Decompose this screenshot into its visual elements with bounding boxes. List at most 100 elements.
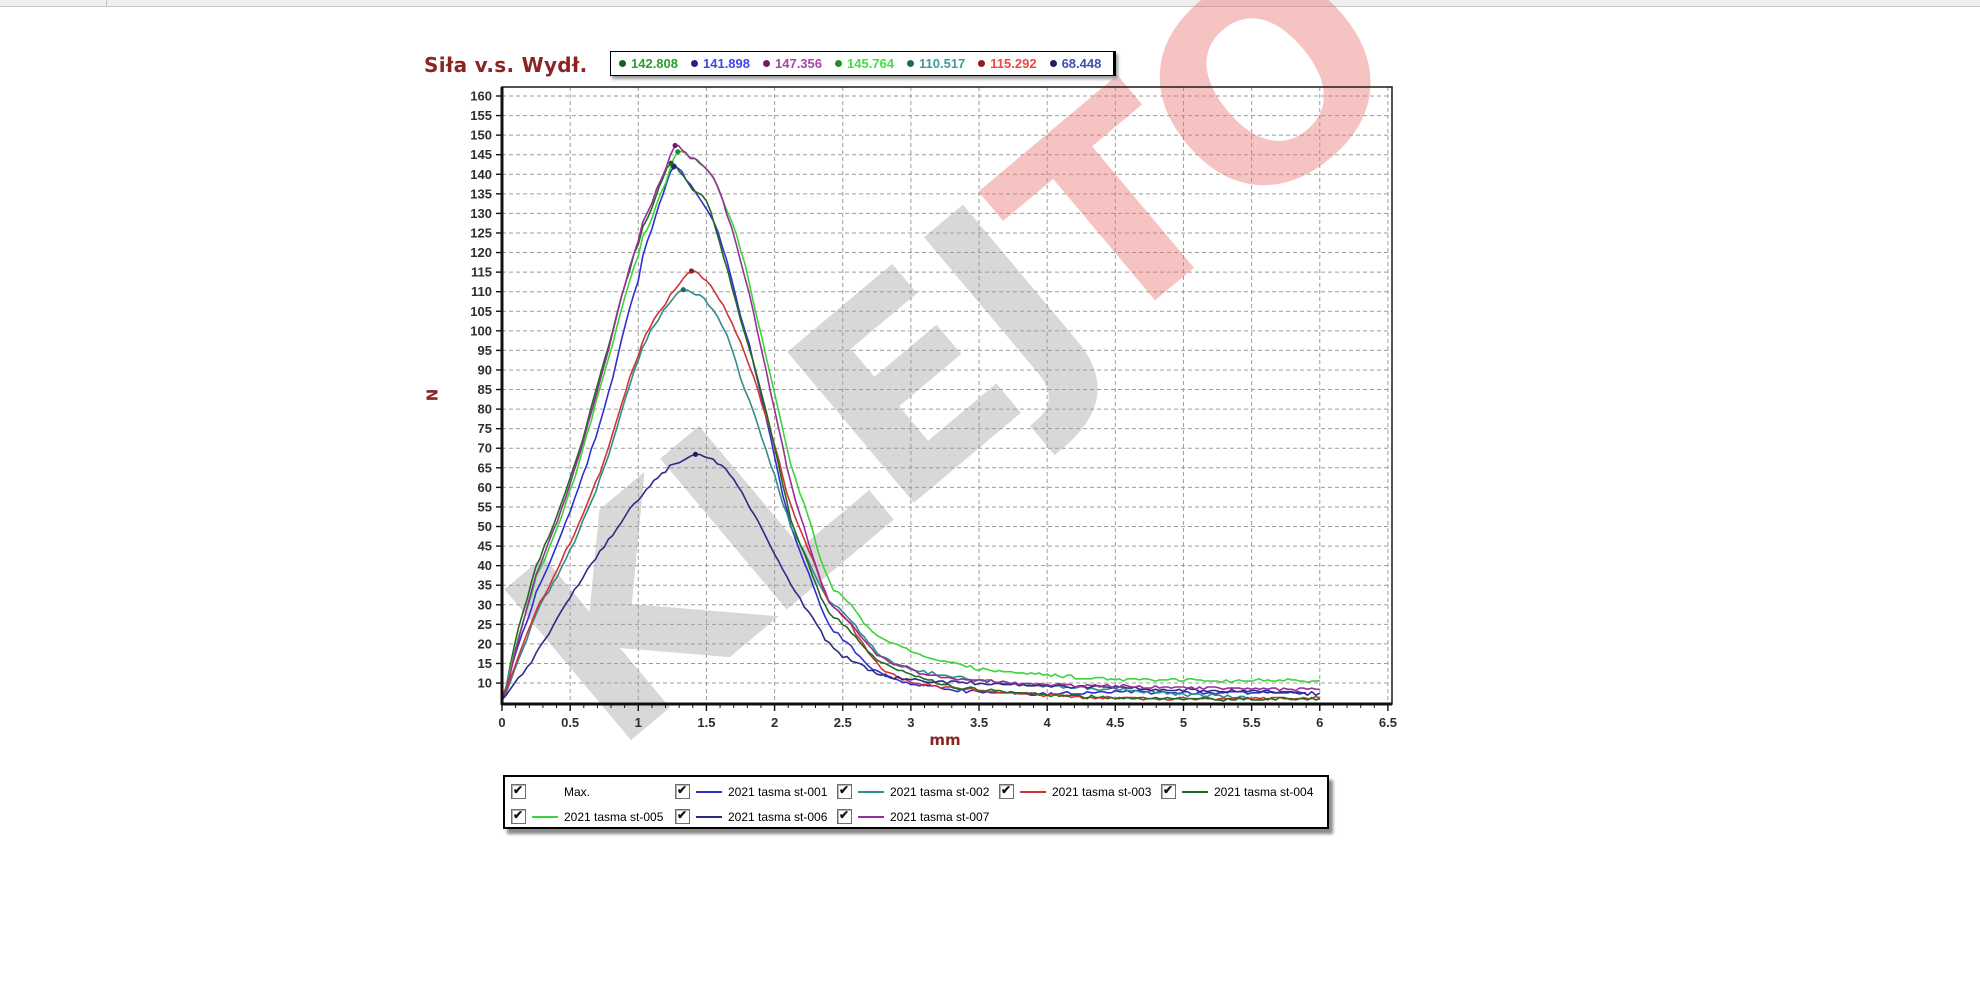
legend-checkbox[interactable]: ✔ bbox=[837, 783, 852, 799]
legend-line-sample bbox=[696, 790, 722, 793]
legend-value-item: 110.517 bbox=[907, 56, 965, 71]
legend-checkbox[interactable]: ✔ bbox=[1161, 783, 1176, 799]
legend-item-label: 2021 tasma st-001 bbox=[728, 784, 828, 799]
x-axis-label: mm bbox=[929, 731, 961, 749]
y-tick-label: 95 bbox=[478, 343, 492, 358]
series-max-value: 145.764 bbox=[847, 56, 894, 71]
legend-value-item: 115.292 bbox=[978, 56, 1037, 71]
y-tick-label: 50 bbox=[478, 519, 492, 534]
y-tick-label: 115 bbox=[471, 265, 492, 280]
max-marker-dot bbox=[668, 160, 674, 166]
legend-checkbox[interactable]: ✔ bbox=[675, 783, 690, 799]
legend-value-item: 142.808 bbox=[619, 56, 678, 71]
legend-item-label: 2021 tasma st-003 bbox=[1052, 784, 1152, 799]
x-tick-label: 6 bbox=[1316, 715, 1323, 730]
legend-checkbox[interactable]: ✔ bbox=[511, 808, 526, 824]
series-max-dot bbox=[1049, 60, 1057, 67]
max-marker-dot bbox=[692, 451, 699, 457]
legend-item-label: Max. bbox=[564, 784, 591, 799]
legend-item-label: 2021 tasma st-007 bbox=[890, 809, 990, 824]
y-axis-label: N bbox=[423, 388, 442, 402]
series-max-dot bbox=[691, 60, 698, 67]
y-tick-label: 15 bbox=[478, 656, 492, 671]
y-tick-label: 35 bbox=[478, 578, 492, 593]
page: KLEJTO 160 155 150 145 140 135 130 125 120 115 110 1… bbox=[0, 0, 1980, 1000]
x-tick-label: 4.5 bbox=[1106, 715, 1124, 730]
series-max-value: 147.356 bbox=[775, 56, 822, 71]
y-tick-label: 145 bbox=[470, 147, 492, 162]
x-tick-label: 2.5 bbox=[834, 715, 852, 730]
legend-line-sample bbox=[1020, 790, 1046, 793]
y-tick-label: 155 bbox=[470, 108, 492, 123]
legend-checkbox[interactable]: ✔ bbox=[675, 808, 690, 824]
legend-item: ✔ 2021 tasma st-003 bbox=[999, 779, 1161, 804]
y-tick-label: 75 bbox=[478, 421, 492, 436]
series-max-value: 110.517 bbox=[919, 56, 966, 71]
y-tick-label: 80 bbox=[478, 402, 492, 417]
y-tick-label: 100 bbox=[470, 323, 492, 338]
max-values-legend: 142.808 141.898 147.356 145.764 110.517 115.2… bbox=[610, 51, 1116, 76]
series-max-value: 115.292 bbox=[990, 56, 1037, 71]
y-tick-label: 65 bbox=[478, 460, 492, 475]
legend-checkbox[interactable]: ✔ bbox=[511, 783, 526, 799]
legend-item-label: 2021 tasma st-005 bbox=[564, 809, 664, 824]
legend-item: ✔ 2021 tasma st-007 bbox=[837, 804, 999, 829]
x-tick-label: 5.5 bbox=[1243, 715, 1261, 730]
y-tick-label: 25 bbox=[478, 617, 492, 632]
x-tick-label: 3.5 bbox=[970, 715, 988, 730]
series-max-dot bbox=[619, 60, 626, 67]
max-marker-dot bbox=[688, 268, 695, 274]
legend-value-item: 141.898 bbox=[691, 56, 750, 71]
series-max-dot bbox=[978, 60, 986, 67]
y-tick-label: 110 bbox=[471, 284, 492, 299]
legend-item: ✔ 2021 tasma st-002 bbox=[837, 779, 999, 804]
max-marker-dot bbox=[675, 149, 681, 155]
series-max-dot bbox=[835, 60, 842, 67]
x-tick-label: 3 bbox=[907, 715, 914, 730]
series-max-dot bbox=[907, 60, 914, 67]
series-max-value: 141.898 bbox=[703, 56, 750, 71]
legend-line-sample bbox=[1182, 790, 1208, 793]
y-tick-label: 150 bbox=[470, 128, 492, 143]
legend-value-item: 147.356 bbox=[763, 56, 822, 71]
x-tick-label: 2 bbox=[771, 715, 778, 730]
legend-item: ✔ 2021 tasma st-001 bbox=[675, 779, 837, 804]
legend-line-sample bbox=[532, 815, 558, 818]
chart-title: Siła v.s. Wydł. bbox=[424, 53, 588, 77]
legend-item: ✔ 2021 tasma st-006 bbox=[675, 804, 837, 829]
legend-item-label: 2021 tasma st-002 bbox=[890, 784, 990, 799]
y-tick-label: 140 bbox=[470, 167, 492, 182]
legend-checkbox[interactable]: ✔ bbox=[837, 808, 852, 824]
y-tick-label: 160 bbox=[470, 89, 492, 104]
series-max-value: 68.448 bbox=[1061, 56, 1102, 71]
y-tick-label: 60 bbox=[478, 480, 492, 495]
chart-canvas: KLEJTO1601551501451401351301251201151101… bbox=[451, 0, 1453, 805]
legend-item: ✔ 2021 tasma st-004 bbox=[1161, 779, 1321, 804]
series-legend: ✔ Max. ✔ 2021 tasma st-001 ✔ 2021 tasma st-00… bbox=[503, 775, 1329, 829]
y-tick-label: 90 bbox=[478, 362, 492, 377]
legend-item-label: 2021 tasma st-004 bbox=[1214, 784, 1314, 799]
legend-item: ✔ Max. bbox=[511, 779, 675, 804]
series-max-dot bbox=[763, 60, 770, 67]
x-tick-label: 6.5 bbox=[1379, 715, 1397, 730]
y-tick-label: 70 bbox=[478, 441, 492, 456]
y-tick-label: 130 bbox=[470, 206, 492, 221]
series-max-value: 142.808 bbox=[631, 56, 678, 71]
y-tick-label: 85 bbox=[478, 382, 492, 397]
legend-item: ✔ 2021 tasma st-005 bbox=[511, 804, 675, 829]
legend-checkbox[interactable]: ✔ bbox=[999, 783, 1014, 799]
max-marker-dot bbox=[672, 142, 678, 149]
y-tick-label: 55 bbox=[478, 499, 492, 514]
legend-value-item: 145.764 bbox=[835, 56, 894, 71]
legend-value-item: 68.448 bbox=[1049, 56, 1102, 71]
legend-line-sample bbox=[696, 815, 722, 818]
max-marker-dot bbox=[680, 287, 686, 293]
legend-line-sample bbox=[858, 790, 884, 793]
y-tick-label: 135 bbox=[470, 186, 492, 201]
x-tick-label: 0.5 bbox=[561, 715, 579, 730]
y-tick-label: 30 bbox=[478, 597, 492, 612]
y-tick-label: 125 bbox=[470, 225, 492, 240]
y-tick-label: 20 bbox=[478, 636, 492, 651]
y-tick-label: 45 bbox=[478, 539, 492, 554]
y-tick-label: 105 bbox=[470, 304, 492, 319]
